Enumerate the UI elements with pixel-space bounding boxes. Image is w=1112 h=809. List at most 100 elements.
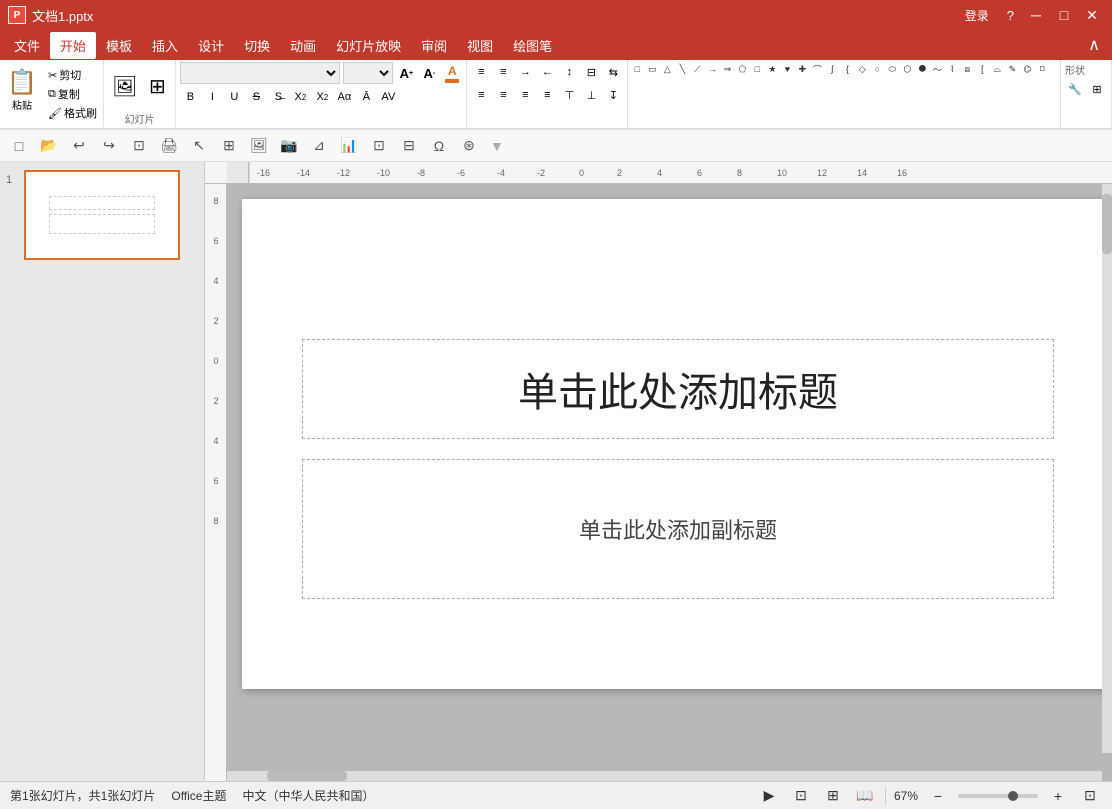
- shape-wave[interactable]: 〜: [930, 62, 944, 76]
- layout-button[interactable]: ⊞: [143, 72, 171, 101]
- close-button[interactable]: ✕: [1080, 4, 1104, 26]
- list-number-button[interactable]: ≡: [493, 62, 513, 82]
- textbox-button[interactable]: ⊟: [396, 133, 422, 159]
- arrange-button[interactable]: 🔧: [1065, 79, 1085, 99]
- shape-triangle[interactable]: △: [660, 62, 674, 76]
- shape-bracket[interactable]: [: [975, 62, 989, 76]
- redo-button[interactable]: ↪: [96, 133, 122, 159]
- subtitle-placeholder[interactable]: 单击此处添加副标题: [302, 459, 1054, 599]
- copy-button[interactable]: ⧉ 复制: [44, 85, 101, 103]
- decrease-font-button[interactable]: A-: [419, 63, 439, 83]
- zoom-in-button[interactable]: +: [1046, 785, 1070, 807]
- subscript-button[interactable]: X2: [290, 87, 310, 107]
- direction-button[interactable]: ⇆: [603, 62, 623, 82]
- menu-drawing[interactable]: 绘图笔: [503, 32, 562, 59]
- help-button[interactable]: ?: [1001, 6, 1020, 25]
- line-spacing-button[interactable]: ↕: [559, 62, 579, 82]
- new-slide-button[interactable]: 🖼: [108, 72, 141, 101]
- login-button[interactable]: 登录: [957, 5, 997, 26]
- shape-more1[interactable]: ⌬: [1020, 62, 1034, 76]
- font-size-select[interactable]: [343, 62, 393, 84]
- title-placeholder[interactable]: 单击此处添加标题: [302, 339, 1054, 439]
- shape-star[interactable]: ★: [765, 62, 779, 76]
- menu-design[interactable]: 设计: [188, 32, 234, 59]
- shape-dbl-rect[interactable]: ⧈: [960, 62, 974, 76]
- columns-button[interactable]: ⊟: [581, 62, 601, 82]
- play-slideshow-button[interactable]: ▶: [757, 785, 781, 807]
- special-button[interactable]: ⊛: [456, 133, 482, 159]
- paste-button[interactable]: 📋 粘贴: [2, 64, 42, 116]
- format-painter-button[interactable]: 🖌 格式刷: [44, 104, 101, 122]
- fit-window-button[interactable]: ⊡: [1078, 785, 1102, 807]
- menu-transition[interactable]: 切换: [234, 32, 280, 59]
- ribbon-collapse-button[interactable]: ∧: [1080, 33, 1108, 57]
- scrollbar-horizontal[interactable]: [227, 771, 1102, 781]
- font-name-select[interactable]: [180, 62, 340, 84]
- justify-button[interactable]: ≡: [537, 85, 557, 105]
- new-file-button[interactable]: □: [6, 133, 32, 159]
- scrollbar-thumb-v[interactable]: [1102, 194, 1112, 254]
- cursor-button[interactable]: ↖: [186, 133, 212, 159]
- superscript-button[interactable]: X2: [312, 87, 332, 107]
- shape-diamond[interactable]: ◇: [855, 62, 869, 76]
- shape-zigzag[interactable]: ⌇: [945, 62, 959, 76]
- cut-button[interactable]: ✂ 剪切: [44, 66, 101, 84]
- shape-arc[interactable]: ⌓: [990, 62, 1004, 76]
- open-file-button[interactable]: 📂: [36, 133, 62, 159]
- underline-button[interactable]: U: [224, 87, 244, 107]
- shape-octagon[interactable]: ⯄: [915, 62, 929, 76]
- valign-middle-button[interactable]: ⊥: [581, 85, 601, 105]
- increase-font-button[interactable]: A+: [396, 63, 416, 83]
- align-center-button[interactable]: ≡: [493, 85, 513, 105]
- valign-bottom-button[interactable]: ↧: [603, 85, 623, 105]
- align-right-button[interactable]: ≡: [515, 85, 535, 105]
- scrollbar-thumb-h[interactable]: [267, 771, 347, 781]
- shape-heart[interactable]: ♥: [780, 62, 794, 76]
- smartart-button[interactable]: ⊡: [366, 133, 392, 159]
- indent-decrease-button[interactable]: ←: [537, 62, 557, 82]
- char-spacing-button[interactable]: AV: [378, 87, 398, 107]
- font-size-dropdown[interactable]: Aα: [334, 87, 354, 107]
- menu-animation[interactable]: 动画: [280, 32, 326, 59]
- shape-ellipse[interactable]: ⬭: [885, 62, 899, 76]
- valign-top-button[interactable]: ⊤: [559, 85, 579, 105]
- menu-template[interactable]: 模板: [96, 32, 142, 59]
- shape-pentagon[interactable]: ⬠: [735, 62, 749, 76]
- zoom-out-button[interactable]: −: [926, 785, 950, 807]
- zoom-slider[interactable]: [958, 794, 1038, 798]
- shape-arrow2[interactable]: ⇒: [720, 62, 734, 76]
- quick-styles-button[interactable]: ⊞: [1087, 79, 1107, 99]
- shape-curve1[interactable]: ⌒: [810, 62, 824, 76]
- image-button[interactable]: 🖼: [246, 133, 272, 159]
- view-grid-button[interactable]: ⊞: [821, 785, 845, 807]
- font-color-button[interactable]: A: [442, 63, 462, 83]
- shape-more2[interactable]: ⌑: [1035, 62, 1049, 76]
- shape-hexagon[interactable]: ⬡: [900, 62, 914, 76]
- shape-circle[interactable]: ○: [870, 62, 884, 76]
- shape-callout[interactable]: □: [750, 62, 764, 76]
- menu-view[interactable]: 视图: [457, 32, 503, 59]
- shape-line1[interactable]: ╲: [675, 62, 689, 76]
- shape-rect[interactable]: □: [630, 62, 644, 76]
- bold-button[interactable]: B: [180, 87, 200, 107]
- shape-curve2[interactable]: ∫: [825, 62, 839, 76]
- slide-thumbnail[interactable]: [24, 170, 180, 260]
- menu-review[interactable]: 审阅: [411, 32, 457, 59]
- scrollbar-vertical[interactable]: [1102, 184, 1112, 753]
- italic-button[interactable]: I: [202, 87, 222, 107]
- undo-button[interactable]: ↩: [66, 133, 92, 159]
- table-button[interactable]: ⊞: [216, 133, 242, 159]
- shape-line2[interactable]: ⟋: [690, 62, 704, 76]
- shape-arrow1[interactable]: →: [705, 62, 719, 76]
- shape-cross[interactable]: ✚: [795, 62, 809, 76]
- chart-button[interactable]: 📊: [336, 133, 362, 159]
- view-mode-button[interactable]: ⊡: [126, 133, 152, 159]
- symbol-button[interactable]: Ω: [426, 133, 452, 159]
- camera-button[interactable]: 📷: [276, 133, 302, 159]
- shape-freeform[interactable]: ✎: [1005, 62, 1019, 76]
- view-reading-button[interactable]: 📖: [853, 785, 877, 807]
- menu-file[interactable]: 文件: [4, 32, 50, 59]
- strikethrough-button[interactable]: S: [246, 87, 266, 107]
- align-left-button[interactable]: ≡: [471, 85, 491, 105]
- menu-slideshow[interactable]: 幻灯片放映: [326, 32, 411, 59]
